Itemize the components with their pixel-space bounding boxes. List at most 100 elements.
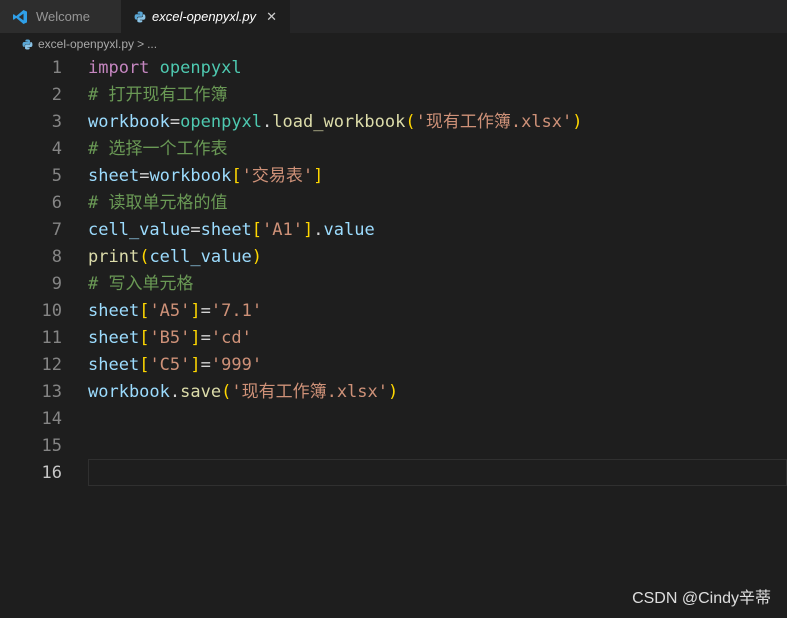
code-token: ] — [190, 301, 201, 321]
code-line[interactable]: 13 workbook.save('现有工作簿.xlsx') — [0, 379, 787, 406]
line-number: 12 — [41, 355, 62, 375]
code-token: openpyxl — [159, 58, 242, 78]
code-token: workbook — [88, 112, 170, 132]
code-token: load_workbook — [272, 112, 406, 132]
breadcrumb-file[interactable]: excel-openpyxl.py — [38, 37, 134, 51]
code-token: # 写入单元格 — [88, 274, 194, 294]
code-text: sheet=workbook['交易表'] — [88, 163, 323, 190]
code-line[interactable]: 3 workbook=openpyxl.load_workbook('现有工作簿.… — [0, 109, 787, 136]
code-token: [ — [139, 301, 150, 321]
code-token: . — [169, 382, 181, 402]
code-text: # 读取单元格的值 — [88, 190, 227, 217]
line-number: 16 — [41, 463, 62, 483]
line-number: 2 — [51, 85, 62, 105]
code-text: sheet['C5']='999' — [88, 352, 262, 379]
code-token: = — [200, 301, 211, 321]
code-token: '现有工作簿.xlsx' — [231, 382, 388, 402]
code-token: openpyxl — [180, 112, 263, 132]
breadcrumb: excel-openpyxl.py > ... — [0, 33, 787, 55]
code-token: 'A1' — [262, 220, 303, 240]
code-token: '999' — [210, 355, 263, 375]
breadcrumb-rest[interactable]: ... — [147, 37, 157, 51]
code-line[interactable]: 16 — [0, 460, 787, 487]
code-token: 'C5' — [149, 355, 191, 375]
code-editor[interactable]: 1 import openpyxl 2 # 打开现有工作簿 3 workbook=open… — [0, 55, 787, 618]
code-token: . — [262, 112, 273, 132]
code-line[interactable]: 11 sheet['B5']='cd' — [0, 325, 787, 352]
code-token: ] — [190, 328, 201, 348]
code-token: [ — [139, 328, 150, 348]
code-token: sheet — [88, 355, 140, 375]
code-token: ) — [251, 247, 263, 267]
code-token: sheet — [88, 301, 140, 321]
code-token: 'B5' — [149, 328, 191, 348]
code-line[interactable]: 8 print(cell_value) — [0, 244, 787, 271]
code-token: value — [323, 220, 375, 240]
code-text: cell_value=sheet['A1'].value — [88, 217, 375, 244]
close-icon[interactable]: ✕ — [266, 9, 277, 25]
code-line[interactable]: 9 # 写入单元格 — [0, 271, 787, 298]
python-icon — [134, 11, 146, 22]
tab-excel-openpyxl[interactable]: excel-openpyxl.py ✕ — [122, 0, 290, 33]
code-text: # 选择一个工作表 — [88, 136, 227, 163]
code-line[interactable]: 1 import openpyxl — [0, 55, 787, 82]
code-token: # 读取单元格的值 — [88, 193, 228, 213]
code-text: import openpyxl — [88, 55, 242, 82]
code-text: workbook=openpyxl.load_workbook('现有工作簿.x… — [88, 109, 583, 136]
line-number: 9 — [51, 274, 62, 294]
code-line[interactable]: 4 # 选择一个工作表 — [0, 136, 787, 163]
tab-bar: Welcome excel-openpyxl.py ✕ — [0, 0, 787, 33]
code-line[interactable]: 7 cell_value=sheet['A1'].value — [0, 217, 787, 244]
code-token: = — [200, 328, 211, 348]
code-line[interactable]: 6 # 读取单元格的值 — [0, 190, 787, 217]
code-token: ( — [221, 382, 232, 402]
code-token: ( — [405, 112, 416, 132]
tab-welcome-label: Welcome — [36, 9, 90, 24]
line-number: 8 — [51, 247, 62, 267]
tab-welcome[interactable]: Welcome — [0, 0, 122, 33]
chevron-right-icon: > — [137, 37, 145, 51]
code-token: cell_value — [149, 247, 252, 267]
code-token: ( — [139, 247, 150, 267]
code-token: sheet — [88, 166, 140, 186]
code-text: workbook.save('现有工作簿.xlsx') — [88, 379, 398, 406]
code-token: # 打开现有工作簿 — [88, 85, 228, 105]
code-token: print — [88, 247, 140, 267]
line-number: 10 — [41, 301, 62, 321]
code-line[interactable]: 12 sheet['C5']='999' — [0, 352, 787, 379]
tab-excel-openpyxl-label: excel-openpyxl.py — [152, 9, 257, 24]
code-token: '现有工作簿.xlsx' — [415, 112, 573, 132]
code-token: = — [190, 220, 201, 240]
line-number: 13 — [41, 382, 62, 402]
code-token: ] — [303, 220, 314, 240]
code-token: workbook — [88, 382, 170, 402]
code-token: sheet — [200, 220, 252, 240]
code-token: = — [200, 355, 211, 375]
code-line[interactable]: 2 # 打开现有工作簿 — [0, 82, 787, 109]
line-number: 6 — [51, 193, 62, 213]
code-token: ) — [388, 382, 399, 402]
code-token: workbook — [149, 166, 232, 186]
code-token: [ — [231, 166, 242, 186]
code-token: ) — [572, 112, 583, 132]
line-number: 1 — [51, 58, 62, 78]
code-token: import — [88, 58, 150, 78]
code-token: '7.1' — [210, 301, 263, 321]
code-line[interactable]: 14 — [0, 406, 787, 433]
code-line[interactable]: 10 sheet['A5']='7.1' — [0, 298, 787, 325]
code-token: = — [169, 112, 181, 132]
line-number: 5 — [51, 166, 62, 186]
line-number: 3 — [51, 112, 62, 132]
code-token: ] — [313, 166, 324, 186]
code-token: [ — [139, 355, 150, 375]
code-line[interactable]: 5 sheet=workbook['交易表'] — [0, 163, 787, 190]
code-token: sheet — [88, 328, 140, 348]
code-line[interactable]: 15 — [0, 433, 787, 460]
code-token: ] — [190, 355, 201, 375]
vscode-icon — [13, 9, 27, 24]
code-token: save — [180, 382, 222, 402]
code-token: 'cd' — [210, 328, 252, 348]
code-token: '交易表' — [241, 166, 314, 186]
code-token: cell_value — [88, 220, 191, 240]
